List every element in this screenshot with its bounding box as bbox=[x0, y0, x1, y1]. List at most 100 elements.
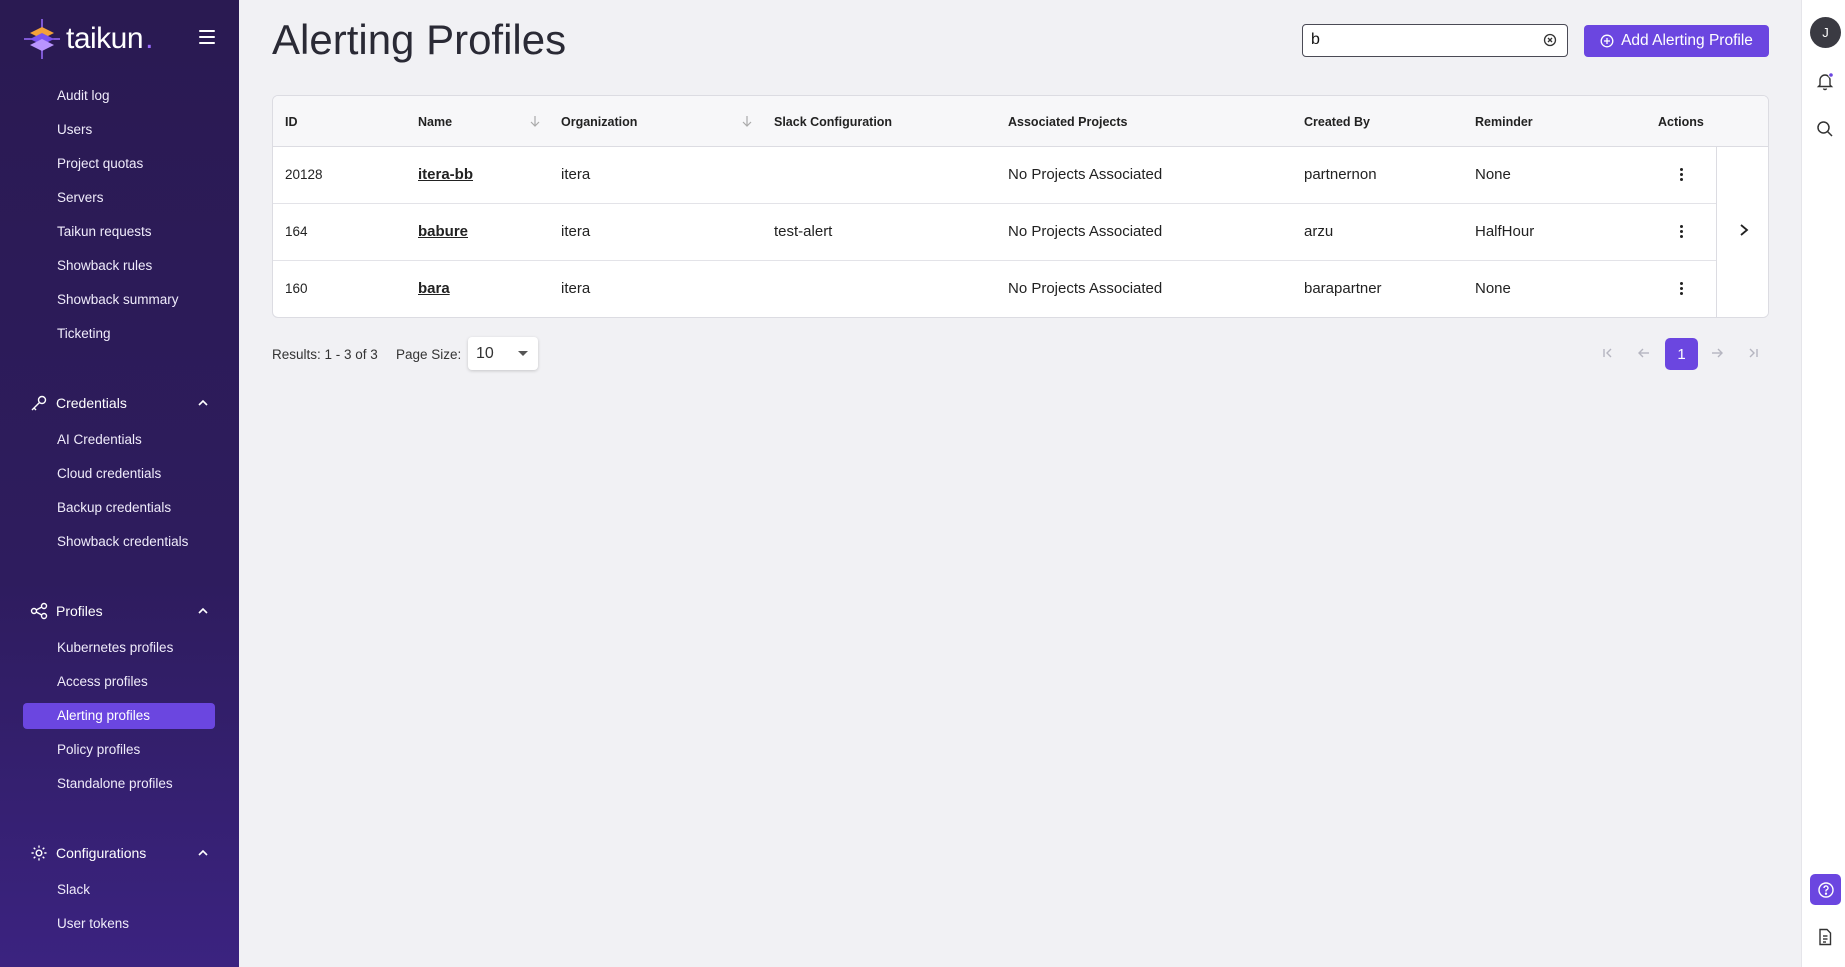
table-row: 160 bara itera No Projects Associated ba… bbox=[273, 261, 1716, 317]
page-button-current[interactable]: 1 bbox=[1665, 338, 1698, 370]
page-size-value: 10 bbox=[476, 345, 494, 362]
cell-slack: test-alert bbox=[774, 223, 833, 240]
cell-organization: itera bbox=[561, 223, 591, 240]
cell-projects: No Projects Associated bbox=[1008, 280, 1163, 297]
search-input[interactable] bbox=[1311, 25, 1531, 55]
profile-name-link[interactable]: itera-bb bbox=[418, 166, 473, 183]
sidebar-item-policy-profiles[interactable]: Policy profiles bbox=[23, 737, 215, 763]
sidebar-item-access-profiles[interactable]: Access profiles bbox=[23, 669, 215, 695]
notification-bell-icon[interactable] bbox=[1815, 71, 1835, 91]
table-header: ID Name Organization Slack Configuration… bbox=[273, 96, 1768, 147]
key-icon bbox=[31, 395, 47, 411]
table-expand-column bbox=[1716, 147, 1768, 317]
sidebar-item-user-tokens[interactable]: User tokens bbox=[23, 911, 215, 937]
sidebar-section-label: Profiles bbox=[56, 603, 103, 619]
cell-created-by: partnernon bbox=[1304, 166, 1377, 183]
add-alerting-profile-button[interactable]: Add Alerting Profile bbox=[1584, 25, 1769, 57]
help-button[interactable] bbox=[1810, 874, 1841, 905]
last-page-icon[interactable] bbox=[1742, 340, 1764, 366]
taikun-logo[interactable]: taikun. bbox=[24, 17, 153, 61]
page-size-label: Page Size: bbox=[396, 347, 462, 362]
column-header-associated-projects: Associated Projects bbox=[1008, 115, 1128, 129]
cell-projects: No Projects Associated bbox=[1008, 166, 1163, 183]
cell-reminder: None bbox=[1475, 280, 1511, 297]
cell-id: 20128 bbox=[285, 167, 323, 182]
row-actions-menu-icon[interactable] bbox=[1676, 166, 1686, 184]
share-icon bbox=[30, 602, 48, 620]
sort-arrow-down-icon[interactable] bbox=[740, 114, 754, 128]
document-icon[interactable] bbox=[1815, 927, 1835, 947]
sidebar-item-standalone-profiles[interactable]: Standalone profiles bbox=[23, 771, 215, 797]
chevron-right-icon[interactable] bbox=[1737, 222, 1751, 238]
column-header-id: ID bbox=[285, 115, 298, 129]
sidebar-item-slack[interactable]: Slack bbox=[23, 877, 215, 903]
column-header-slack-configuration: Slack Configuration bbox=[774, 115, 893, 129]
cell-id: 160 bbox=[285, 281, 308, 296]
chevron-up-icon[interactable] bbox=[196, 604, 210, 618]
sidebar-item-showback-summary[interactable]: Showback summary bbox=[23, 287, 215, 313]
cell-projects: No Projects Associated bbox=[1008, 223, 1163, 240]
sidebar-item-taikun-requests[interactable]: Taikun requests bbox=[23, 219, 215, 245]
cell-organization: itera bbox=[561, 166, 591, 183]
row-actions-menu-icon[interactable] bbox=[1676, 223, 1686, 241]
first-page-icon[interactable] bbox=[1597, 340, 1619, 366]
column-header-reminder: Reminder bbox=[1475, 115, 1533, 129]
chevron-up-icon[interactable] bbox=[196, 396, 210, 410]
sidebar-item-cloud-credentials[interactable]: Cloud credentials bbox=[23, 461, 215, 487]
sidebar-section-configurations[interactable]: Configurations bbox=[30, 841, 210, 865]
sidebar-item-alerting-profiles[interactable]: Alerting profiles bbox=[23, 703, 215, 729]
clear-search-icon[interactable] bbox=[1543, 33, 1557, 47]
add-button-label: Add Alerting Profile bbox=[1621, 32, 1753, 49]
row-actions-menu-icon[interactable] bbox=[1676, 280, 1686, 298]
column-header-organization[interactable]: Organization bbox=[561, 115, 637, 129]
search-box bbox=[1302, 24, 1568, 57]
sidebar-section-label: Configurations bbox=[56, 845, 147, 861]
sort-arrow-down-icon[interactable] bbox=[528, 114, 542, 128]
sidebar: taikun. Audit log Users Project quotas S… bbox=[0, 0, 239, 967]
gear-icon bbox=[31, 845, 47, 861]
caret-down-icon bbox=[518, 351, 528, 356]
sidebar-item-project-quotas[interactable]: Project quotas bbox=[23, 151, 215, 177]
page-title: Alerting Profiles bbox=[272, 16, 567, 63]
page-size-select[interactable]: 10 bbox=[468, 337, 538, 370]
cell-organization: itera bbox=[561, 280, 591, 297]
sidebar-item-ai-credentials[interactable]: AI Credentials bbox=[23, 427, 215, 453]
sidebar-item-kubernetes-profiles[interactable]: Kubernetes profiles bbox=[23, 635, 215, 661]
cell-reminder: HalfHour bbox=[1475, 223, 1535, 240]
previous-page-icon[interactable] bbox=[1633, 340, 1655, 366]
sidebar-item-ticketing[interactable]: Ticketing bbox=[23, 321, 215, 347]
sidebar-section-profiles[interactable]: Profiles bbox=[30, 599, 210, 623]
cell-id: 164 bbox=[285, 224, 308, 239]
cell-reminder: None bbox=[1475, 166, 1511, 183]
sidebar-item-audit-log[interactable]: Audit log bbox=[23, 83, 215, 109]
sidebar-section-credentials[interactable]: Credentials bbox=[30, 391, 210, 415]
column-header-actions: Actions bbox=[1658, 115, 1704, 129]
sidebar-item-backup-credentials[interactable]: Backup credentials bbox=[23, 495, 215, 521]
column-header-name[interactable]: Name bbox=[418, 115, 452, 129]
cell-created-by: arzu bbox=[1304, 223, 1334, 240]
right-rail: J bbox=[1801, 0, 1845, 967]
sidebar-item-showback-rules[interactable]: Showback rules bbox=[23, 253, 215, 279]
sidebar-item-servers[interactable]: Servers bbox=[23, 185, 215, 211]
table-row: 20128 itera-bb itera No Projects Associa… bbox=[273, 147, 1716, 204]
chevron-up-icon[interactable] bbox=[196, 846, 210, 860]
taikun-logo-icon bbox=[24, 19, 60, 59]
next-page-icon[interactable] bbox=[1706, 340, 1728, 366]
brand-dot: . bbox=[145, 22, 154, 55]
brand-name: taikun bbox=[66, 22, 144, 55]
column-header-created-by: Created By bbox=[1304, 115, 1370, 129]
menu-toggle-icon[interactable] bbox=[199, 30, 215, 44]
alerting-profiles-table: ID Name Organization Slack Configuration… bbox=[272, 95, 1769, 318]
user-avatar[interactable]: J bbox=[1810, 17, 1841, 48]
profile-name-link[interactable]: babure bbox=[418, 223, 468, 240]
help-icon bbox=[1817, 881, 1834, 898]
table-row: 164 babure itera test-alert No Projects … bbox=[273, 204, 1716, 261]
sidebar-item-showback-credentials[interactable]: Showback credentials bbox=[23, 529, 215, 555]
add-circle-icon bbox=[1600, 34, 1614, 48]
sidebar-section-label: Credentials bbox=[56, 395, 127, 411]
sidebar-item-users[interactable]: Users bbox=[23, 117, 215, 143]
profile-name-link[interactable]: bara bbox=[418, 280, 450, 297]
cell-created-by: barapartner bbox=[1304, 280, 1382, 297]
search-icon[interactable] bbox=[1815, 119, 1835, 139]
results-count: Results: 1 - 3 of 3 bbox=[272, 347, 378, 362]
